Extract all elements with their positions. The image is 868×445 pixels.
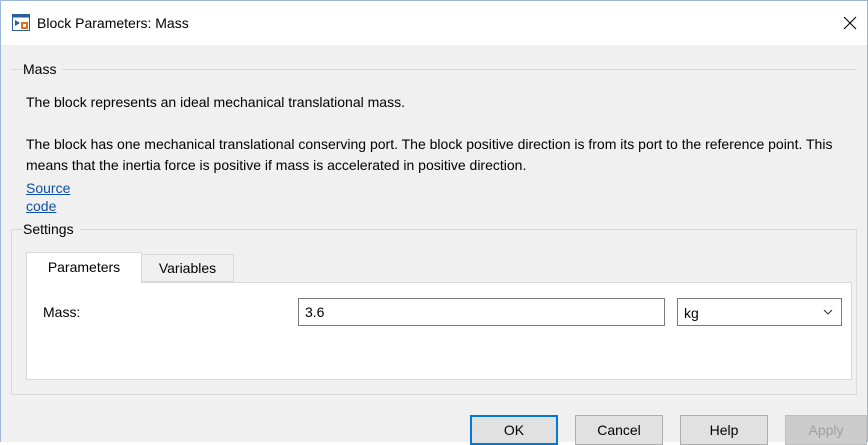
description-text: The block represents an ideal mechanical… <box>26 94 405 110</box>
close-button[interactable] <box>833 1 867 45</box>
block-parameters-dialog: Block Parameters: Mass Mass The block re… <box>0 0 868 445</box>
mass-unit-value: kg <box>684 305 699 321</box>
tab-label: Parameters <box>47 259 121 275</box>
parameters-panel <box>26 282 852 380</box>
mass-input[interactable] <box>298 298 665 326</box>
cancel-button[interactable]: Cancel <box>575 415 663 445</box>
window-title: Block Parameters: Mass <box>37 15 189 31</box>
title-bar: Block Parameters: Mass <box>1 1 867 45</box>
description-text-detail: The block has one mechanical translation… <box>26 136 833 173</box>
chevron-down-icon <box>823 309 833 315</box>
source-code-link[interactable]: Source code <box>26 179 70 215</box>
apply-button[interactable]: Apply <box>785 415 867 445</box>
tab-parameters[interactable]: Parameters <box>26 252 142 283</box>
mass-label: Mass: <box>43 304 81 320</box>
tab-label: Variables <box>158 260 217 276</box>
close-icon <box>843 16 857 30</box>
simulink-block-icon <box>12 14 30 31</box>
ok-button[interactable]: OK <box>470 415 558 445</box>
settings-group-label: Settings <box>23 220 80 238</box>
help-button[interactable]: Help <box>680 415 768 445</box>
tab-variables[interactable]: Variables <box>142 254 234 282</box>
description-group-label: Mass <box>23 60 63 78</box>
mass-unit-dropdown[interactable]: kg <box>677 298 842 326</box>
